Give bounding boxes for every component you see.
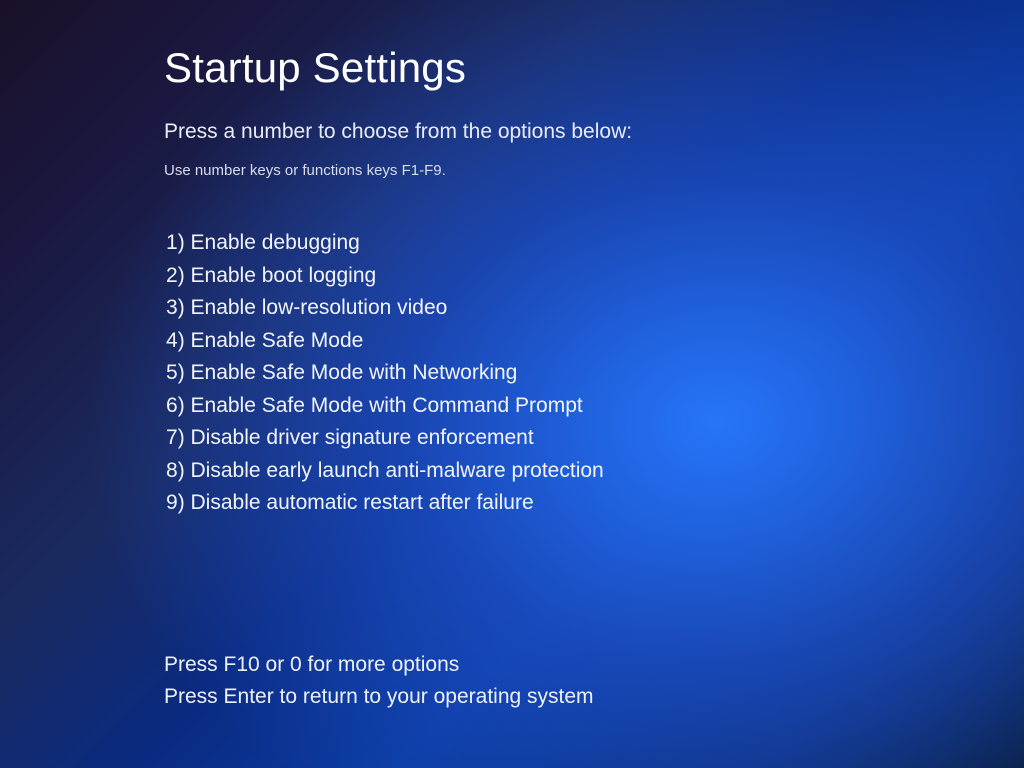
option-number: 5 bbox=[166, 361, 178, 384]
option-disable-automatic-restart[interactable]: 9) Disable automatic restart after failu… bbox=[166, 487, 1024, 520]
option-number: 7 bbox=[166, 426, 178, 449]
option-label: Enable Safe Mode with Command Prompt bbox=[191, 394, 583, 417]
more-options-hint: Press F10 or 0 for more options bbox=[164, 649, 594, 682]
option-number: 2 bbox=[166, 264, 178, 287]
option-label: Enable boot logging bbox=[191, 264, 377, 287]
option-label: Enable low-resolution video bbox=[191, 296, 448, 319]
option-disable-early-launch-anti-malware[interactable]: 8) Disable early launch anti-malware pro… bbox=[166, 455, 1024, 488]
option-enable-debugging[interactable]: 1) Enable debugging bbox=[166, 227, 1024, 260]
footer-instructions: Press F10 or 0 for more options Press En… bbox=[164, 649, 594, 714]
option-number: 1 bbox=[166, 231, 178, 254]
option-number: 3 bbox=[166, 296, 178, 319]
option-number: 6 bbox=[166, 394, 178, 417]
startup-settings-screen: Startup Settings Press a number to choos… bbox=[0, 0, 1024, 768]
key-hint: Use number keys or functions keys F1-F9. bbox=[164, 162, 1024, 179]
option-enable-safe-mode-networking[interactable]: 5) Enable Safe Mode with Networking bbox=[166, 357, 1024, 390]
option-enable-boot-logging[interactable]: 2) Enable boot logging bbox=[166, 260, 1024, 293]
option-enable-safe-mode[interactable]: 4) Enable Safe Mode bbox=[166, 325, 1024, 358]
option-label: Enable Safe Mode with Networking bbox=[191, 361, 518, 384]
option-number: 8 bbox=[166, 459, 178, 482]
option-disable-driver-signature-enforcement[interactable]: 7) Disable driver signature enforcement bbox=[166, 422, 1024, 455]
option-label: Enable debugging bbox=[191, 231, 360, 254]
startup-options-list: 1) Enable debugging 2) Enable boot loggi… bbox=[166, 227, 1024, 520]
option-label: Disable early launch anti-malware protec… bbox=[191, 459, 604, 482]
option-label: Enable Safe Mode bbox=[191, 329, 364, 352]
page-title: Startup Settings bbox=[164, 44, 1024, 92]
option-number: 4 bbox=[166, 329, 178, 352]
instruction-subtitle: Press a number to choose from the option… bbox=[164, 120, 1024, 144]
return-hint: Press Enter to return to your operating … bbox=[164, 681, 594, 714]
option-label: Disable driver signature enforcement bbox=[191, 426, 534, 449]
option-enable-low-resolution-video[interactable]: 3) Enable low-resolution video bbox=[166, 292, 1024, 325]
option-label: Disable automatic restart after failure bbox=[191, 491, 534, 514]
option-enable-safe-mode-command-prompt[interactable]: 6) Enable Safe Mode with Command Prompt bbox=[166, 390, 1024, 423]
option-number: 9 bbox=[166, 491, 178, 514]
